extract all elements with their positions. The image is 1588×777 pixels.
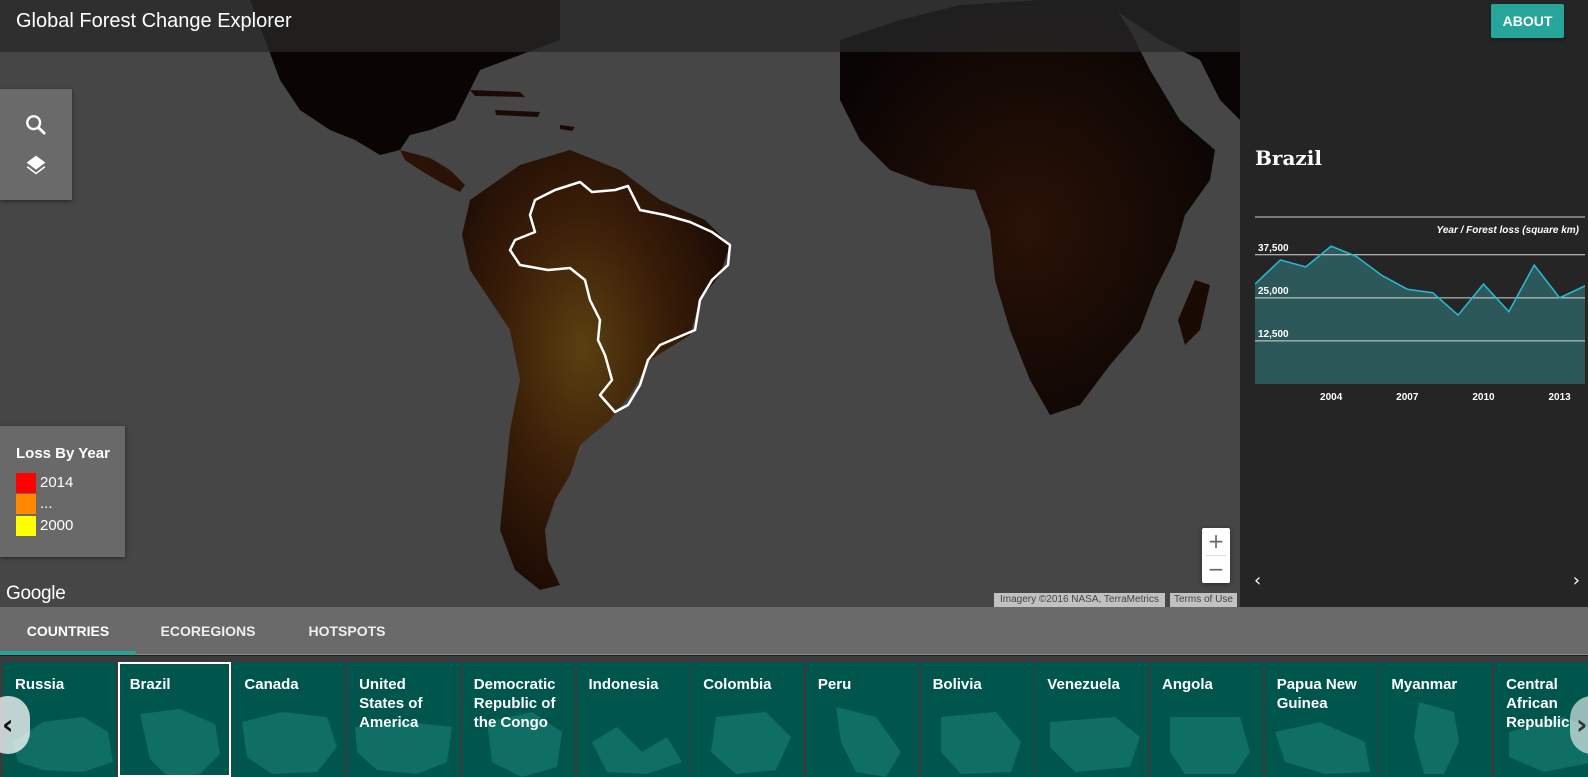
- caribbean: [470, 90, 575, 131]
- country-card[interactable]: Indonesia: [576, 662, 690, 777]
- country-card-label: Russia: [15, 676, 65, 693]
- legend-swatch: [16, 494, 36, 514]
- country-card-label: Indonesia: [588, 676, 659, 693]
- chart-title: Year / Forest loss (square km): [1437, 225, 1580, 236]
- south-america: [462, 150, 730, 590]
- tab-ecoregions[interactable]: ECOREGIONS: [136, 607, 280, 655]
- terms-of-use-link[interactable]: Terms of Use: [1170, 593, 1237, 607]
- country-card[interactable]: Venezuela: [1035, 662, 1149, 777]
- country-card-label: Angola: [1162, 676, 1213, 693]
- carousel-prev-button[interactable]: ‹: [0, 696, 30, 754]
- panel-title: Brazil: [1255, 146, 1322, 170]
- zoom-in-button[interactable]: +: [1202, 528, 1230, 555]
- country-card-label: Venezuela: [1047, 676, 1120, 693]
- chevron-right-icon[interactable]: ›: [1573, 570, 1580, 591]
- chevron-left-icon[interactable]: ‹: [1254, 570, 1261, 591]
- forest-loss-chart: Year / Forest loss (square km) 12,500 25,0…: [1255, 216, 1585, 403]
- legend-swatch: [16, 473, 36, 493]
- country-card[interactable]: Bolivia: [920, 662, 1034, 777]
- legend-swatch: [16, 516, 36, 536]
- country-card[interactable]: Myanmar: [1379, 662, 1493, 777]
- country-carousel: Russia Brazil Canada United States of Ameri…: [0, 656, 1588, 777]
- country-card-label: Myanmar: [1391, 676, 1458, 693]
- legend-label: ...: [40, 495, 53, 512]
- chevron-right-icon: ›: [1576, 708, 1588, 741]
- zoom-control: + −: [1202, 528, 1230, 583]
- legend-label: 2000: [40, 517, 74, 534]
- madagascar: [1178, 280, 1210, 345]
- search-icon[interactable]: [22, 111, 50, 139]
- country-card-label: United States of America: [359, 676, 423, 731]
- tab-hotspots[interactable]: HOTSPOTS: [280, 607, 414, 655]
- x-tick-label: 2004: [1320, 392, 1343, 403]
- active-tab-indicator: [0, 651, 136, 655]
- country-card-label: Bolivia: [932, 676, 982, 693]
- app-root: Global Forest Change Explorer Loss By Ye…: [0, 0, 1588, 777]
- country-card[interactable]: Democratic Republic of the Congo: [461, 662, 575, 777]
- category-tabs: COUNTRIES ECOREGIONS HOTSPOTS: [0, 607, 1588, 655]
- imagery-attribution: Imagery ©2016 NASA, TerraMetrics: [994, 593, 1165, 607]
- country-card-label: Canada: [244, 676, 299, 693]
- country-card[interactable]: Peru: [805, 662, 919, 777]
- x-tick-label: 2013: [1548, 392, 1571, 403]
- tab-countries[interactable]: COUNTRIES: [0, 607, 136, 655]
- y-tick-label: 12,500: [1258, 329, 1289, 340]
- country-card[interactable]: United States of America: [347, 662, 461, 777]
- country-card[interactable]: Brazil: [117, 662, 231, 777]
- country-card[interactable]: Angola: [1150, 662, 1263, 777]
- map-toolbar: [0, 89, 72, 200]
- about-button[interactable]: ABOUT: [1491, 4, 1564, 38]
- country-card[interactable]: Papua New Guinea: [1264, 662, 1378, 777]
- layers-icon[interactable]: [22, 151, 50, 179]
- africa: [840, 0, 1215, 415]
- legend-title: Loss By Year: [16, 445, 110, 462]
- app-header: Global Forest Change Explorer: [0, 0, 1240, 52]
- loss-legend: Loss By Year 2014 ... 2000: [0, 426, 125, 557]
- country-card[interactable]: Canada: [232, 662, 346, 777]
- y-tick-label: 37,500: [1258, 243, 1289, 254]
- country-card-label: Papua New Guinea: [1276, 676, 1357, 712]
- legend-label: 2014: [40, 474, 74, 491]
- zoom-out-button[interactable]: −: [1202, 556, 1230, 583]
- x-tick-label: 2010: [1472, 392, 1495, 403]
- legend-row: 2000: [16, 516, 116, 536]
- country-card-label: Peru: [817, 676, 852, 693]
- country-card[interactable]: Colombia: [691, 662, 805, 777]
- google-logo: Google: [6, 583, 66, 604]
- world-map-land: [250, 0, 1240, 590]
- chevron-left-icon: ‹: [2, 708, 14, 741]
- legend-row: 2014: [16, 473, 116, 493]
- info-panel: ABOUT Brazil Year / Forest loss (square …: [1240, 0, 1588, 607]
- country-card-label: Brazil: [129, 676, 171, 693]
- map-view[interactable]: Global Forest Change Explorer Loss By Ye…: [0, 0, 1240, 607]
- legend-row: ...: [16, 494, 116, 514]
- central-america: [400, 150, 465, 192]
- app-title: Global Forest Change Explorer: [16, 10, 292, 32]
- x-tick-label: 2007: [1396, 392, 1419, 403]
- y-tick-label: 25,000: [1258, 286, 1289, 297]
- country-card-label: Colombia: [703, 676, 772, 693]
- country-card-label: Democratic Republic of the Congo: [473, 676, 556, 731]
